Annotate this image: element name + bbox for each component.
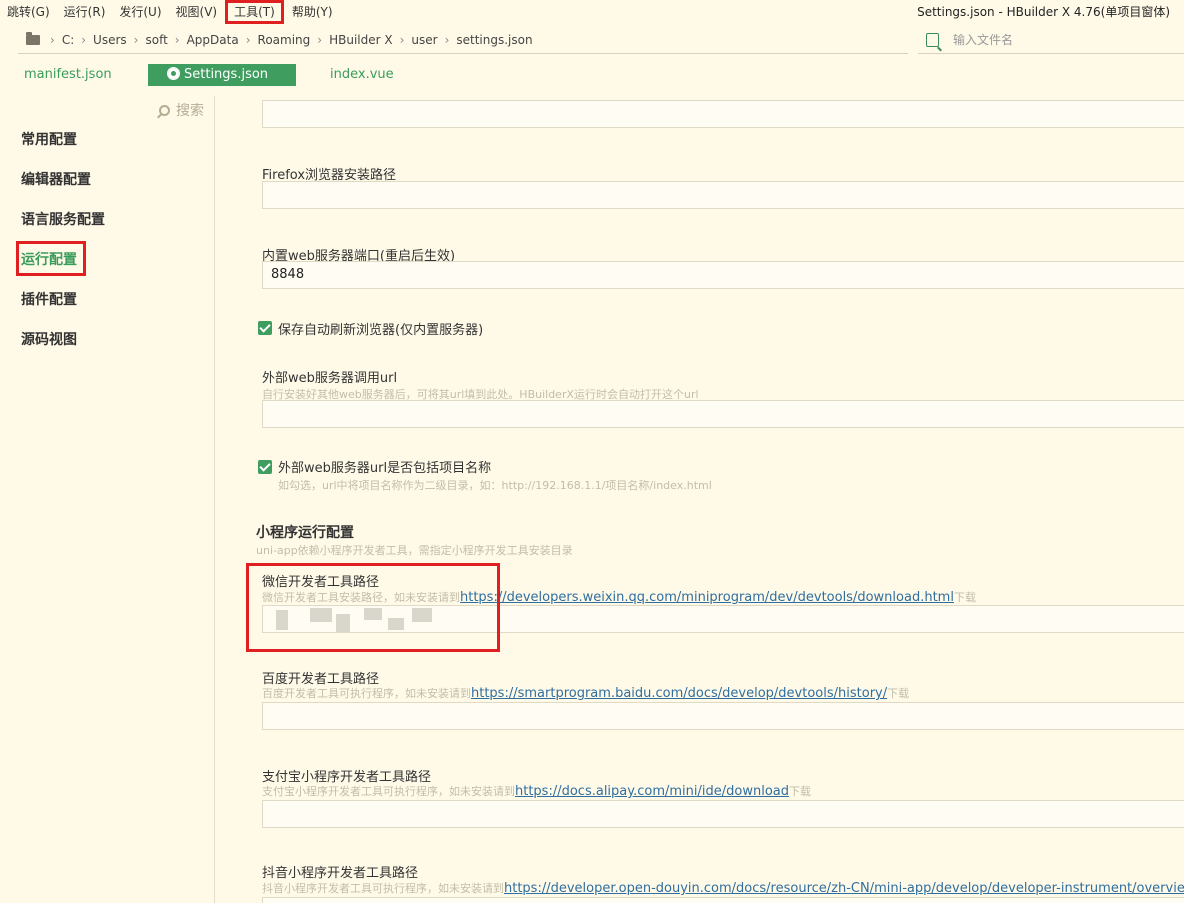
tab-label: manifest.json bbox=[24, 67, 112, 82]
file-search-input[interactable]: 输入文件名 bbox=[918, 26, 1184, 54]
sidebar-search[interactable]: 搜索 bbox=[159, 100, 204, 120]
douyin-path-hint: 抖音小程序开发者工具可执行程序，如未安装请到https://developer.… bbox=[262, 880, 1184, 896]
menu-tools[interactable]: 工具(T) bbox=[225, 0, 284, 24]
auto-refresh-label: 保存自动刷新浏览器(仅内置服务器) bbox=[278, 323, 484, 338]
mini-section-hint: uni-app依赖小程序开发者工具，需指定小程序开发工具安装目录 bbox=[256, 544, 573, 557]
window-title: Settings.json - HBuilder X 4.76(单项目窗体) bbox=[917, 5, 1170, 19]
baidu-hint-suffix: 下载 bbox=[887, 687, 910, 700]
settings-content: Firefox浏览器安装路径 内置web服务器端口(重启后生效) 8848 保存… bbox=[216, 96, 1184, 903]
chevron-right-icon: › bbox=[133, 32, 139, 47]
highlight-box bbox=[16, 241, 86, 276]
settings-sidebar: 搜索 常用配置 编辑器配置 语言服务配置 运行配置 插件配置 源码视图 bbox=[0, 96, 215, 903]
chevron-right-icon: › bbox=[174, 32, 180, 47]
browser-path-field[interactable] bbox=[262, 100, 1184, 128]
wx-hint-suffix: 下载 bbox=[953, 591, 976, 604]
ext-url-label: 外部web服务器调用url bbox=[262, 371, 398, 386]
folder-icon[interactable] bbox=[26, 31, 40, 45]
sidebar-item-language-service[interactable]: 语言服务配置 bbox=[21, 209, 105, 229]
search-file-icon bbox=[926, 32, 939, 47]
auto-refresh-checkbox[interactable] bbox=[258, 321, 272, 335]
sidebar-item-source-view[interactable]: 源码视图 bbox=[21, 329, 77, 349]
chevron-right-icon: › bbox=[50, 32, 55, 47]
gear-icon bbox=[168, 68, 179, 79]
sidebar-search-label: 搜索 bbox=[176, 103, 204, 119]
menu-goto[interactable]: 跳转(G) bbox=[0, 2, 57, 22]
chevron-right-icon: › bbox=[317, 32, 323, 47]
sidebar-item-plugins[interactable]: 插件配置 bbox=[21, 289, 77, 309]
sidebar-item-common[interactable]: 常用配置 bbox=[21, 129, 77, 149]
ext-include-hint: 如勾选，url中将项目名称作为二级目录，如：http://192.168.1.1… bbox=[278, 479, 712, 492]
alipay-hint-prefix: 支付宝小程序开发者工具可执行程序，如未安装请到 bbox=[262, 785, 515, 798]
breadcrumb-item[interactable]: soft bbox=[145, 33, 174, 47]
firefox-path-field[interactable] bbox=[262, 181, 1184, 209]
chevron-right-icon: › bbox=[245, 32, 251, 47]
breadcrumb-item[interactable]: settings.json bbox=[456, 33, 539, 47]
chevron-right-icon: › bbox=[399, 32, 405, 47]
alipay-path-field[interactable] bbox=[262, 800, 1184, 828]
menu-run[interactable]: 运行(R) bbox=[57, 2, 113, 22]
baidu-path-hint: 百度开发者工具可执行程序，如未安装请到https://smartprogram.… bbox=[262, 685, 909, 701]
alipay-download-link[interactable]: https://docs.alipay.com/mini/ide/downloa… bbox=[515, 784, 789, 799]
breadcrumb-item[interactable]: user bbox=[411, 33, 444, 47]
menu-bar: 跳转(G) 运行(R) 发行(U) 视图(V) 工具(T) 帮助(Y) Sett… bbox=[0, 0, 1184, 24]
highlight-box bbox=[246, 563, 500, 652]
port-field[interactable]: 8848 bbox=[262, 261, 1184, 289]
breadcrumb-item[interactable]: Roaming bbox=[258, 33, 318, 47]
breadcrumb-item[interactable]: Users bbox=[93, 33, 134, 47]
ext-include-label: 外部web服务器url是否包括项目名称 bbox=[278, 461, 492, 476]
breadcrumb-item[interactable]: C: bbox=[62, 33, 81, 47]
baidu-download-link[interactable]: https://smartprogram.baidu.com/docs/deve… bbox=[471, 686, 887, 701]
sidebar-item-editor[interactable]: 编辑器配置 bbox=[21, 169, 91, 189]
menu-view[interactable]: 视图(V) bbox=[169, 2, 225, 22]
breadcrumb: › C: › Users › soft › AppData › Roaming … bbox=[18, 26, 908, 54]
tab-label: index.vue bbox=[330, 67, 394, 82]
mini-section-title: 小程序运行配置 bbox=[256, 525, 354, 541]
ext-include-checkbox[interactable] bbox=[258, 460, 272, 474]
menu-help[interactable]: 帮助(Y) bbox=[285, 2, 340, 22]
breadcrumb-item[interactable]: AppData bbox=[187, 33, 246, 47]
douyin-download-link[interactable]: https://developer.open-douyin.com/docs/r… bbox=[504, 881, 1184, 896]
tab-settings[interactable]: Settings.json bbox=[148, 64, 297, 86]
tab-manifest[interactable]: manifest.json bbox=[24, 64, 112, 86]
alipay-hint-suffix: 下载 bbox=[789, 785, 811, 798]
wx-download-link[interactable]: https://developers.weixin.qq.com/minipro… bbox=[460, 590, 954, 605]
breadcrumb-item[interactable]: HBuilder X bbox=[329, 33, 400, 47]
douyin-path-label: 抖音小程序开发者工具路径 bbox=[262, 866, 419, 881]
breadcrumb-bar: › C: › Users › soft › AppData › Roaming … bbox=[0, 26, 1184, 54]
file-search-placeholder: 输入文件名 bbox=[953, 33, 1014, 47]
baidu-path-field[interactable] bbox=[262, 702, 1184, 730]
chevron-right-icon: › bbox=[81, 32, 87, 47]
ext-url-field[interactable] bbox=[262, 400, 1184, 428]
baidu-hint-prefix: 百度开发者工具可执行程序，如未安装请到 bbox=[262, 687, 471, 700]
tab-label: Settings.json bbox=[184, 67, 269, 82]
alipay-path-hint: 支付宝小程序开发者工具可执行程序，如未安装请到https://docs.alip… bbox=[262, 783, 811, 799]
douyin-hint-prefix: 抖音小程序开发者工具可执行程序，如未安装请到 bbox=[262, 882, 504, 895]
tab-index-vue[interactable]: index.vue bbox=[330, 64, 394, 86]
menu-publish[interactable]: 发行(U) bbox=[112, 2, 168, 22]
editor-tabs: manifest.json Settings.json index.vue bbox=[0, 64, 1184, 88]
search-icon bbox=[159, 104, 170, 116]
chevron-right-icon: › bbox=[444, 32, 450, 47]
douyin-path-field[interactable] bbox=[262, 897, 1184, 903]
